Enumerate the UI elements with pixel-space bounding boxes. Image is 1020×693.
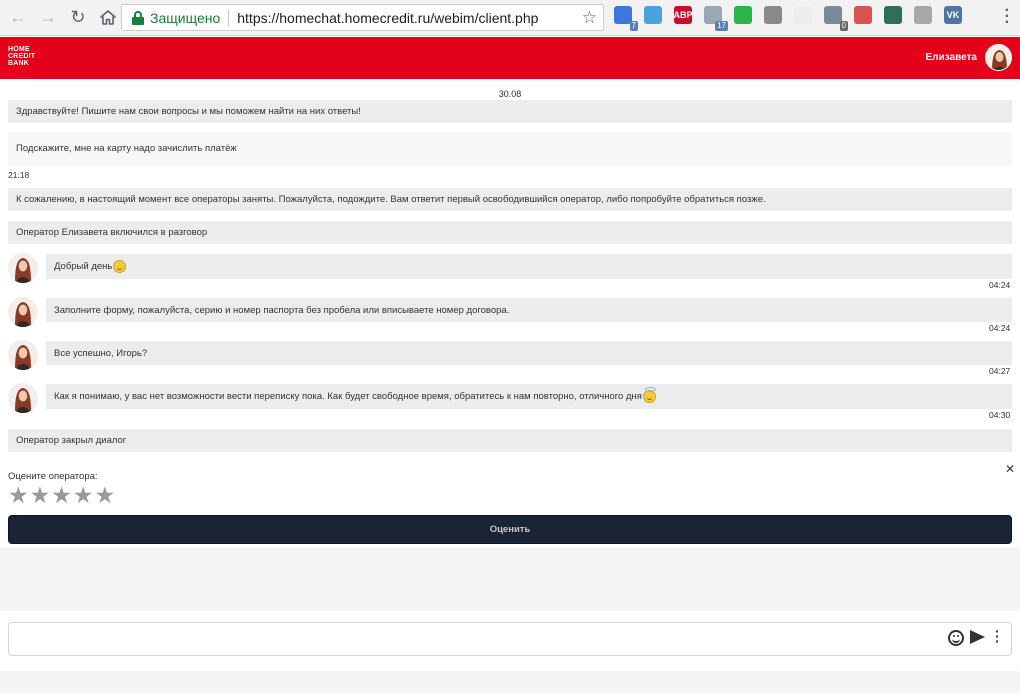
omnibox-divider bbox=[228, 9, 230, 26]
page-bottom bbox=[0, 671, 1020, 693]
operator-message: Как я понимаю, у вас нет возможности вес… bbox=[46, 384, 1012, 409]
chat-footer-spacer bbox=[0, 547, 1020, 611]
cloud-ext-icon[interactable]: 17 bbox=[704, 6, 728, 31]
operator-avatar bbox=[8, 253, 38, 283]
message-time: 21:18 bbox=[8, 170, 30, 180]
adblock-plus-icon[interactable]: ABP bbox=[673, 6, 693, 24]
message-input[interactable] bbox=[8, 622, 1012, 656]
lock-icon bbox=[132, 10, 144, 25]
gift-ext-icon[interactable] bbox=[854, 6, 872, 24]
url-text[interactable]: https://homechat.homecredit.ru/webim/cli… bbox=[237, 10, 538, 26]
address-bar[interactable]: Защищено https://homechat.homecredit.ru/… bbox=[121, 4, 604, 31]
rating-star-4[interactable]: ★ bbox=[73, 482, 94, 508]
system-message: К сожалению, в настоящий момент все опер… bbox=[8, 188, 1012, 211]
extension-badge: 7 bbox=[629, 21, 638, 31]
system-message: Оператор закрыл диалог bbox=[8, 429, 1012, 452]
reload-icon[interactable]: ↻ bbox=[66, 6, 90, 30]
search-ext-icon[interactable] bbox=[794, 6, 812, 24]
weather-ext-icon[interactable] bbox=[644, 6, 662, 24]
chat-header: HOME CREDIT BANK Елизавета bbox=[0, 37, 1020, 79]
more-options-icon[interactable]: · · · bbox=[995, 624, 1000, 648]
operator-message: Все успешно, Игорь? bbox=[46, 341, 1012, 365]
pin-ext-icon[interactable] bbox=[734, 6, 752, 24]
message-time: 04:30 bbox=[989, 410, 1011, 420]
close-rating-icon[interactable]: ✕ bbox=[1005, 462, 1015, 476]
message-time: 04:27 bbox=[989, 366, 1011, 376]
tools-ext-icon[interactable]: 0 bbox=[824, 6, 848, 31]
rating-star-3[interactable]: ★ bbox=[51, 482, 72, 508]
operator-message: Добрый день bbox=[46, 254, 1012, 279]
operator-avatar bbox=[8, 340, 38, 370]
message-time: 04:24 bbox=[989, 280, 1011, 290]
client-message: Подскажите, мне на карту надо зачислить … bbox=[8, 132, 1012, 166]
rating-star-1[interactable]: ★ bbox=[8, 482, 29, 508]
operator-message: Заполните форму, пожалуйста, серию и ном… bbox=[46, 298, 1012, 322]
rating-star-5[interactable]: ★ bbox=[95, 482, 116, 508]
message-time: 04:24 bbox=[989, 323, 1011, 333]
send-icon[interactable] bbox=[970, 630, 985, 644]
chat-date: 30.08 bbox=[498, 89, 522, 99]
calendar-ext-icon[interactable]: 7 bbox=[614, 6, 638, 31]
bookmark-star-icon[interactable]: ☆ bbox=[582, 8, 597, 28]
smile-emoji-icon bbox=[113, 260, 127, 273]
system-message: Здравствуйте! Пишите нам свои вопросы и … bbox=[8, 100, 1012, 123]
browser-toolbar: ← → ↻ Защищено https://homechat.homecred… bbox=[0, 0, 1020, 36]
system-message: Оператор Елизавета включился в разговор bbox=[8, 221, 1012, 244]
submit-rating-button[interactable]: Оценить bbox=[8, 515, 1012, 544]
emoji-picker-icon[interactable] bbox=[948, 630, 964, 646]
download-ext-icon[interactable] bbox=[914, 6, 932, 24]
halo-emoji-icon bbox=[642, 387, 656, 403]
extension-label: VK bbox=[946, 10, 960, 20]
rating-stars: ★ ★ ★ ★ ★ bbox=[8, 482, 116, 508]
extension-badge: 17 bbox=[715, 21, 728, 31]
back-icon[interactable]: ← bbox=[6, 6, 30, 30]
extension-badge: 0 bbox=[839, 21, 848, 31]
operator-name: Елизавета bbox=[925, 52, 977, 63]
home-icon[interactable] bbox=[96, 6, 120, 30]
message-composer: · · · bbox=[0, 611, 1020, 693]
home-credit-logo: HOME CREDIT BANK bbox=[8, 46, 36, 67]
rating-label: Оцените оператора: bbox=[8, 471, 98, 482]
rating-star-2[interactable]: ★ bbox=[30, 482, 51, 508]
extension-label: ABP bbox=[673, 10, 693, 20]
operator-avatar bbox=[8, 383, 38, 413]
operator-avatar bbox=[8, 297, 38, 327]
forward-icon[interactable]: → bbox=[36, 6, 60, 30]
vk-ext-icon[interactable]: VK bbox=[944, 6, 962, 24]
extensions-row: 7 ABP 17 0 VK bbox=[608, 6, 968, 31]
secure-label: Защищено bbox=[150, 9, 221, 26]
operator-avatar bbox=[985, 44, 1012, 71]
sphere-ext-icon[interactable] bbox=[764, 6, 782, 24]
browser-menu-icon[interactable]: · · · bbox=[1005, 3, 1010, 31]
shield-ext-icon[interactable] bbox=[884, 6, 902, 24]
